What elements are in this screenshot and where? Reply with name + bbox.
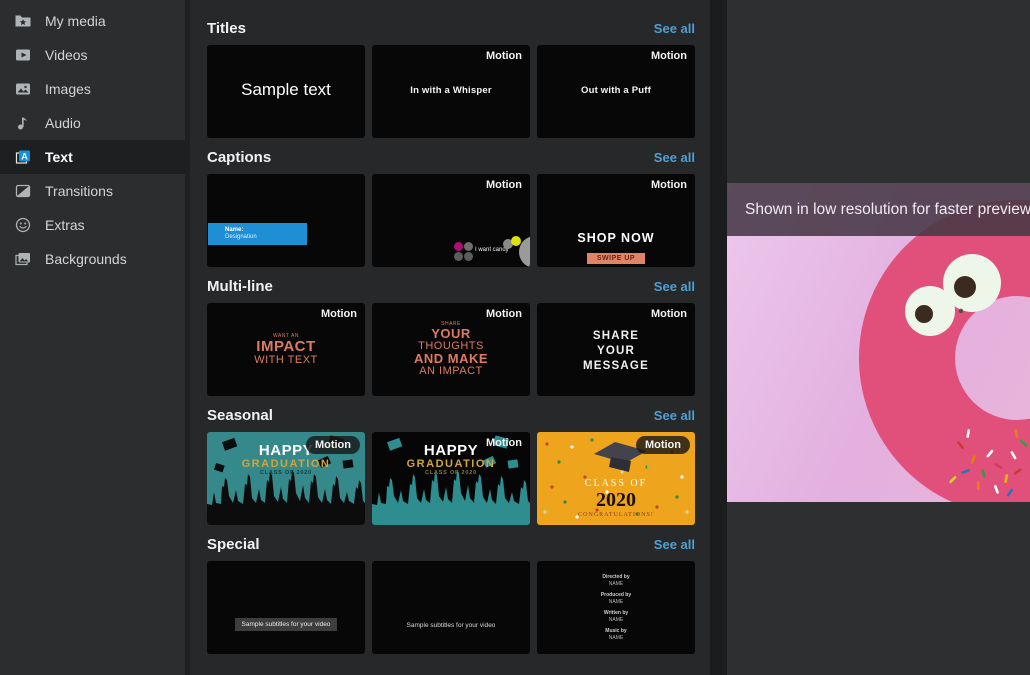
candy-dot (464, 252, 473, 261)
sidebar-item-label: Videos (45, 47, 88, 63)
template-card-credits[interactable]: Directed by NAME Produced by NAME Writte… (537, 561, 695, 654)
multi-line-card-row: Motion WANT AN IMPACT WITH TEXT Motion S… (207, 303, 695, 396)
text-icon: A (14, 148, 32, 166)
lower-third-bar: Name: Designation (208, 223, 307, 245)
text-templates-panel: Titles See all Sample text Motion In wit… (190, 0, 710, 675)
candy-dot (464, 242, 473, 251)
template-card-lower-third[interactable]: Name: Designation (207, 174, 365, 267)
special-card-row: Sample subtitles for your video Sample s… (207, 561, 695, 654)
template-card-subtitles-boxed[interactable]: Sample subtitles for your video (207, 561, 365, 654)
sidebar-item-backgrounds[interactable]: Backgrounds (0, 242, 185, 276)
template-card-i-want-candy[interactable]: Motion I want candy (372, 174, 530, 267)
card-text-block: SHARE YOUR THOUGHTS AND MAKE AN IMPACT (372, 321, 530, 377)
card-text-block: Directed by NAME Produced by NAME Writte… (537, 569, 695, 641)
sidebar-item-my-media[interactable]: My media (0, 4, 185, 38)
sidebar-item-label: My media (45, 13, 106, 29)
videos-icon (14, 46, 32, 64)
low-resolution-banner: Shown in low resolution for faster previ… (727, 183, 1030, 236)
audio-icon (14, 114, 32, 132)
section-title-titles: Titles (207, 20, 246, 37)
card-text: Out with a Puff (537, 85, 695, 96)
motion-badge: Motion (486, 179, 522, 191)
card-text-block: CLASS OF 2020 CONGRATULATIONS! (537, 478, 695, 520)
video-preview[interactable]: Shown in low resolution for faster previ… (727, 183, 1030, 502)
template-card-subtitles-plain[interactable]: Sample subtitles for your video (372, 561, 530, 654)
captions-card-row: Name: Designation Motion I want candy Mo… (207, 174, 695, 267)
card-text: I want candy (475, 247, 509, 253)
sidebar: My media Videos Images Audio (0, 0, 185, 675)
template-card-out-with-a-puff[interactable]: Motion Out with a Puff (537, 45, 695, 138)
see-all-seasonal[interactable]: See all (654, 408, 695, 423)
motion-badge: Motion (636, 436, 690, 454)
template-card-sample-text[interactable]: Sample text (207, 45, 365, 138)
section-title-multi-line: Multi-line (207, 278, 273, 295)
motion-badge: Motion (486, 437, 522, 449)
app-window: My media Videos Images Audio (0, 0, 1030, 675)
card-text-block: WANT AN IMPACT WITH TEXT (207, 333, 365, 366)
sidebar-item-transitions[interactable]: Transitions (0, 174, 185, 208)
candy-dot (454, 242, 463, 251)
seasonal-card-row: Motion HAPPY GRADUATION CLASS OF 2020 (207, 432, 695, 525)
swipe-up-button: SWIPE UP (587, 253, 645, 264)
sidebar-item-extras[interactable]: Extras (0, 208, 185, 242)
section-title-seasonal: Seasonal (207, 407, 273, 424)
template-card-impact-with-text[interactable]: Motion WANT AN IMPACT WITH TEXT (207, 303, 365, 396)
template-card-shop-now[interactable]: Motion SHOP NOW SWIPE UP (537, 174, 695, 267)
card-text: SHOP NOW (537, 231, 695, 245)
template-card-class-of-2020[interactable]: Motion (537, 432, 695, 525)
panel-edge-strip (710, 0, 727, 675)
section-title-special: Special (207, 536, 260, 553)
template-card-graduation-teal[interactable]: Motion HAPPY GRADUATION CLASS OF 2020 (207, 432, 365, 525)
card-text-block: SHARE YOUR MESSAGE (537, 329, 695, 374)
motion-badge: Motion (651, 50, 687, 62)
candy-dot (454, 252, 463, 261)
sidebar-item-label: Backgrounds (45, 251, 127, 267)
sidebar-item-label: Images (45, 81, 91, 97)
sidebar-item-text[interactable]: A Text (0, 140, 185, 174)
template-card-share-your-message[interactable]: Motion SHARE YOUR MESSAGE (537, 303, 695, 396)
see-all-captions[interactable]: See all (654, 150, 695, 165)
transitions-icon (14, 182, 32, 200)
motion-badge: Motion (306, 436, 360, 454)
sidebar-item-label: Extras (45, 217, 85, 233)
card-text: Sample subtitles for your video (235, 618, 338, 631)
template-card-graduation-black[interactable]: Motion HAPPY GRADUATION CLASS OF 2020 (372, 432, 530, 525)
card-text: Name: (225, 227, 307, 234)
teal-bottom-strip (372, 520, 530, 525)
motion-badge: Motion (321, 308, 357, 320)
my-media-icon (14, 12, 32, 30)
motion-badge: Motion (651, 179, 687, 191)
backgrounds-icon (14, 250, 32, 268)
motion-badge: Motion (486, 50, 522, 62)
banner-text: Shown in low resolution for faster previ… (727, 201, 1030, 219)
sidebar-item-audio[interactable]: Audio (0, 106, 185, 140)
sidebar-item-videos[interactable]: Videos (0, 38, 185, 72)
sidebar-item-images[interactable]: Images (0, 72, 185, 106)
card-text: Sample text (207, 80, 365, 100)
card-text: Designation (225, 234, 307, 241)
template-card-share-your-thoughts[interactable]: Motion SHARE YOUR THOUGHTS AND MAKE AN I… (372, 303, 530, 396)
images-icon (14, 80, 32, 98)
extras-icon (14, 216, 32, 234)
motion-badge: Motion (651, 308, 687, 320)
titles-card-row: Sample text Motion In with a Whisper Mot… (207, 45, 695, 138)
section-title-captions: Captions (207, 149, 271, 166)
sidebar-item-label: Transitions (45, 183, 113, 199)
motion-badge: Motion (486, 308, 522, 320)
sidebar-item-label: Audio (45, 115, 81, 131)
see-all-titles[interactable]: See all (654, 21, 695, 36)
template-card-in-with-a-whisper[interactable]: Motion In with a Whisper (372, 45, 530, 138)
see-all-multi-line[interactable]: See all (654, 279, 695, 294)
see-all-special[interactable]: See all (654, 537, 695, 552)
video-preview-panel: Shown in low resolution for faster previ… (727, 0, 1030, 675)
svg-text:A: A (21, 152, 28, 162)
card-text: Sample subtitles for your video (372, 622, 530, 629)
sidebar-item-label: Text (45, 149, 73, 165)
card-text: In with a Whisper (372, 85, 530, 96)
